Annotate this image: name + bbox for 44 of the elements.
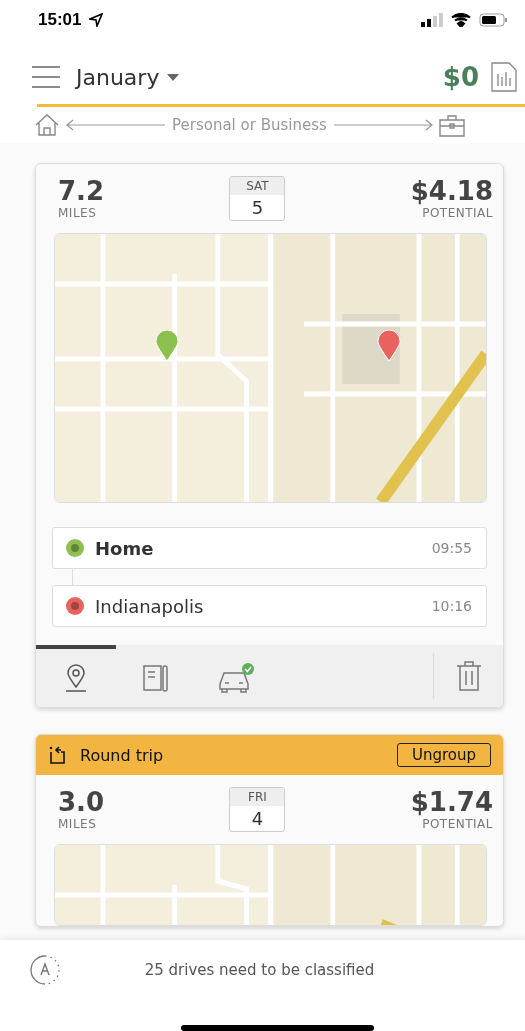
day-number: 4 [251,807,264,831]
auto-classify-icon[interactable] [28,953,62,987]
signal-icon [421,13,443,27]
stop-row[interactable]: Indianapolis 10:16 [52,585,487,627]
potential-label: POTENTIAL [422,817,493,831]
left-arrow-icon [66,119,166,131]
classify-message: 25 drives need to be classified [144,961,376,979]
miles-label: MILES [58,817,97,831]
car-check-icon [216,662,256,694]
status-time: 15:01 [38,10,82,30]
stop-name: Indianapolis [95,595,204,617]
report-icon[interactable] [491,62,517,92]
round-trip-icon [48,744,68,766]
miles-value: 3.0 [58,787,105,817]
map-pin-icon [155,330,179,362]
total-amount: $0 [442,62,479,92]
potential-value: $1.74 [410,787,493,817]
notes-icon [141,663,171,693]
stop-name: Home [95,537,154,559]
miles-label: MILES [58,206,97,220]
wifi-icon [451,13,471,27]
miles-value: 7.2 [58,176,105,206]
potential-label: POTENTIAL [422,206,493,220]
weekday-label: SAT [230,177,285,195]
stop-row[interactable]: Home 09:55 [52,527,487,569]
caret-icon [167,73,180,81]
stop-time: 09:55 [431,540,472,556]
ungroup-button[interactable]: Ungroup [396,743,491,767]
day-number: 5 [251,196,264,220]
location-arrow-icon [89,13,104,27]
menu-icon[interactable] [32,66,60,88]
battery-icon [479,13,507,27]
weekday-label: FRI [230,788,285,806]
stop-time: 10:16 [431,598,472,614]
home-icon [34,113,60,137]
classify-label: Personal or Business [172,116,327,134]
location-pin-icon [63,663,89,693]
right-arrow-icon [332,119,433,131]
potential-value: $4.18 [410,176,493,206]
trash-icon [454,660,483,692]
month-dropdown[interactable]: January [76,64,180,90]
briefcase-icon [438,113,465,137]
group-label: Round trip [80,745,164,765]
map-pin-icon [377,330,401,362]
